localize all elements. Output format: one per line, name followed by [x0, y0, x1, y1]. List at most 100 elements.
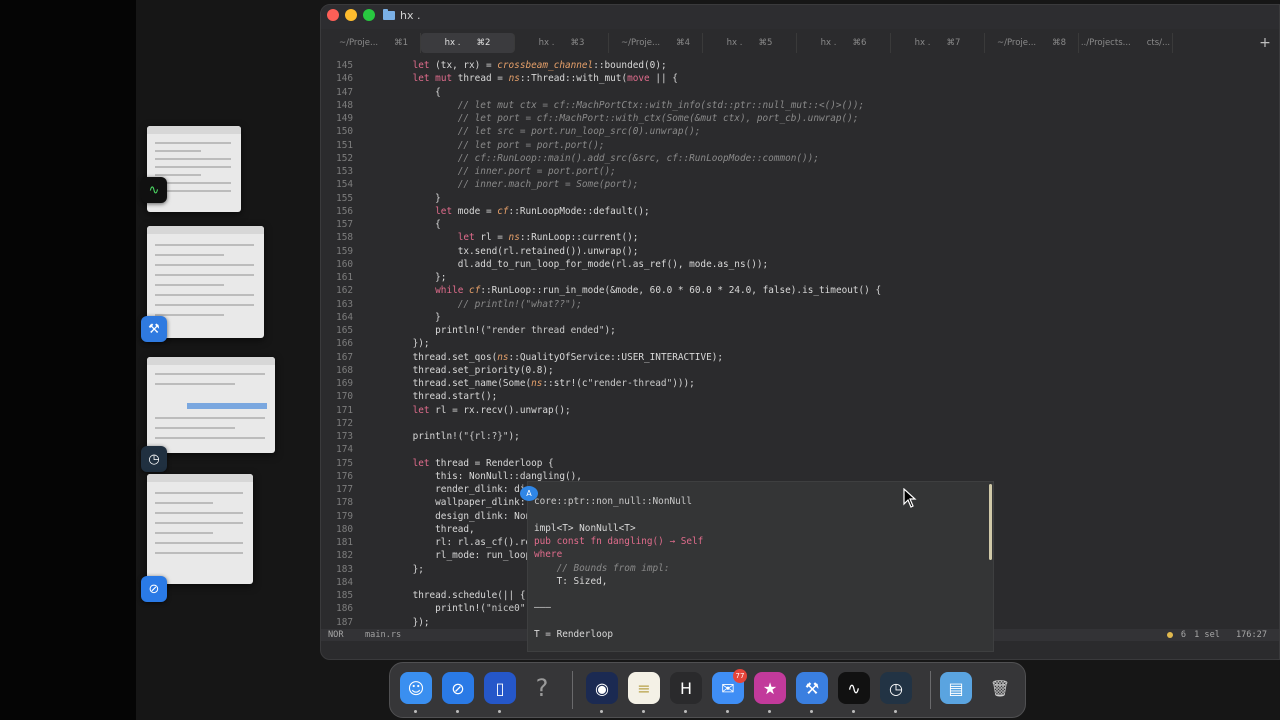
code-line[interactable]: 172	[321, 417, 1279, 430]
tab-5[interactable]: hx . ⌘5	[703, 33, 797, 53]
code-line[interactable]: 156 let mode = cf::RunLoopMode::default(…	[321, 205, 1279, 218]
thumb-line	[155, 284, 224, 286]
tab-7[interactable]: hx . ⌘7	[891, 33, 985, 53]
close-button[interactable]	[327, 9, 339, 21]
stage-thumbnail-safari[interactable]	[147, 474, 253, 584]
desktop-left	[0, 0, 136, 720]
code-line[interactable]: 158 let rl = ns::RunLoop::current();	[321, 231, 1279, 244]
code-line[interactable]: 169 thread.set_name(Some(ns::str!(c"rend…	[321, 377, 1279, 390]
instruments-icon[interactable]: ◷	[880, 672, 912, 704]
code-line[interactable]: 159 tx.send(rl.retained()).unwrap();	[321, 245, 1279, 258]
tab-label: hx .	[726, 38, 743, 48]
popup-line: impl<T> NonNull<T>	[534, 522, 636, 534]
minimize-button[interactable]	[345, 9, 357, 21]
tab-bar: ~/Proje... ⌘1 hx . ⌘2 hx . ⌘3 ~/Proje... ⌘4 hx .…	[327, 33, 1273, 53]
thumb-line	[155, 522, 243, 524]
code-line[interactable]: 170 thread.start();	[321, 390, 1279, 403]
downloads-folder-icon[interactable]: ▤	[940, 672, 972, 704]
code-line[interactable]: 152 // cf::RunLoop::main().add_src(&src,…	[321, 152, 1279, 165]
line-text: // let mut ctx = cf::MachPortCtx::with_i…	[390, 99, 865, 111]
tab-3[interactable]: hx . ⌘3	[515, 33, 609, 53]
code-line[interactable]: 145 let (tx, rx) = crossbeam_channel::bo…	[321, 59, 1279, 72]
code-line[interactable]: 171 let rl = rx.recv().unwrap();	[321, 404, 1279, 417]
app-icon[interactable]: ▯	[484, 672, 516, 704]
code-line[interactable]: 174	[321, 443, 1279, 456]
line-text: println!("nice0");	[390, 603, 537, 615]
line-number: 172	[336, 417, 353, 429]
code-line[interactable]: 166 });	[321, 337, 1279, 350]
zoom-button[interactable]	[363, 9, 375, 21]
line-number: 168	[336, 364, 353, 376]
trash-icon[interactable]: 🗑	[984, 672, 1016, 704]
folder-icon	[383, 9, 395, 20]
mouse-cursor-icon	[903, 488, 917, 508]
tab-9[interactable]: ../Projects... cts/...	[1079, 33, 1173, 53]
line-number: 178	[336, 497, 353, 509]
line-number: 146	[336, 73, 353, 85]
code-line[interactable]: 168 thread.set_priority(0.8);	[321, 364, 1279, 377]
line-text: let rl = rx.recv().unwrap();	[412, 404, 571, 416]
code-line[interactable]: 167 thread.set_qos(ns::QualityOfService:…	[321, 351, 1279, 364]
notes-icon[interactable]: ≡	[628, 672, 660, 704]
code-line[interactable]: 160 dl.add_to_run_loop_for_mode(rl.as_re…	[321, 258, 1279, 271]
code-line[interactable]: 150 // let src = port.run_loop_src(0).un…	[321, 125, 1279, 138]
tab-6[interactable]: hx . ⌘6	[797, 33, 891, 53]
new-tab-button[interactable]: +	[1257, 33, 1273, 53]
star-app-icon[interactable]: ★	[754, 672, 786, 704]
code-line[interactable]: 148 // let mut ctx = cf::MachPortCtx::wi…	[321, 99, 1279, 112]
help-icon[interactable]: ?	[526, 672, 558, 704]
code-line[interactable]: 162 while cf::RunLoop::run_in_mode(&mode…	[321, 284, 1279, 297]
line-number: 174	[336, 444, 353, 456]
hover-documentation-popup: core::ptr::non_null::NonNull impl<T> NonN…	[527, 481, 994, 652]
diagnostic-count: 6	[1180, 630, 1187, 640]
file-name: main.rs	[365, 630, 402, 640]
thumb-line	[155, 142, 231, 144]
tab-label: hx .	[538, 38, 555, 48]
popup-line: where	[534, 549, 563, 561]
line-number: 173	[336, 431, 353, 442]
tab-8[interactable]: ~/Proje... ⌘8	[985, 33, 1079, 53]
tab-2[interactable]: hx . ⌘2	[421, 33, 515, 53]
line-number: 162	[336, 285, 353, 297]
line-text: design_dlink: None	[390, 510, 537, 522]
thumb-line	[155, 150, 201, 152]
popup-scrollbar[interactable]	[989, 484, 992, 560]
code-line[interactable]: 175 let thread = Renderloop {	[321, 457, 1279, 470]
tab-4[interactable]: ~/Proje... ⌘4	[609, 33, 703, 53]
line-number: 183	[336, 563, 353, 575]
tab-1[interactable]: ~/Proje... ⌘1	[327, 33, 421, 53]
stage-thumbnail-instruments[interactable]	[147, 357, 275, 453]
line-number: 148	[336, 99, 353, 111]
finder-icon[interactable]: ☺	[400, 672, 432, 704]
line-text: {	[390, 219, 441, 230]
code-line[interactable]: 149 // let port = cf::MachPort::with_ctx…	[321, 112, 1279, 125]
helix-icon[interactable]: H	[670, 672, 702, 704]
code-line[interactable]: 154 // inner.mach_port = Some(port);	[321, 178, 1279, 191]
code-line[interactable]: 163 // println!("what??");	[321, 298, 1279, 311]
warning-dot-icon	[1166, 632, 1173, 638]
code-line[interactable]: 161 };	[321, 271, 1279, 284]
thumb-line	[155, 383, 235, 385]
running-indicator	[768, 710, 771, 713]
code-line[interactable]: 173 println!("{rl:?}");	[321, 430, 1279, 443]
code-line[interactable]: 151 // let port = port.port();	[321, 139, 1279, 152]
screen-app-icon[interactable]: ◉	[586, 672, 618, 704]
code-line[interactable]: 146 let mut thread = ns::Thread::with_mu…	[321, 72, 1279, 85]
safari-icon[interactable]: ⊘	[442, 672, 474, 704]
line-number: 175	[336, 457, 353, 469]
line-text: dl.add_to_run_loop_for_mode(rl.as_ref(),…	[390, 258, 769, 270]
code-line[interactable]: 153 // inner.port = port.port();	[321, 165, 1279, 178]
activity-monitor-icon[interactable]: ∿	[838, 672, 870, 704]
thumb-line	[155, 314, 224, 316]
line-number: 160	[336, 258, 353, 270]
thumb-bar	[147, 226, 264, 234]
code-line[interactable]: 157 {	[321, 218, 1279, 231]
code-line[interactable]: 155 }	[321, 192, 1279, 205]
code-line[interactable]: 147 {	[321, 86, 1279, 99]
line-text: thread.set_priority(0.8);	[390, 364, 554, 376]
thumb-block	[187, 403, 267, 409]
code-line[interactable]: 164 }	[321, 311, 1279, 324]
running-indicator	[600, 710, 603, 713]
xcode-icon[interactable]: ⚒	[796, 672, 828, 704]
code-line[interactable]: 165 println!("render thread ended");	[321, 324, 1279, 337]
